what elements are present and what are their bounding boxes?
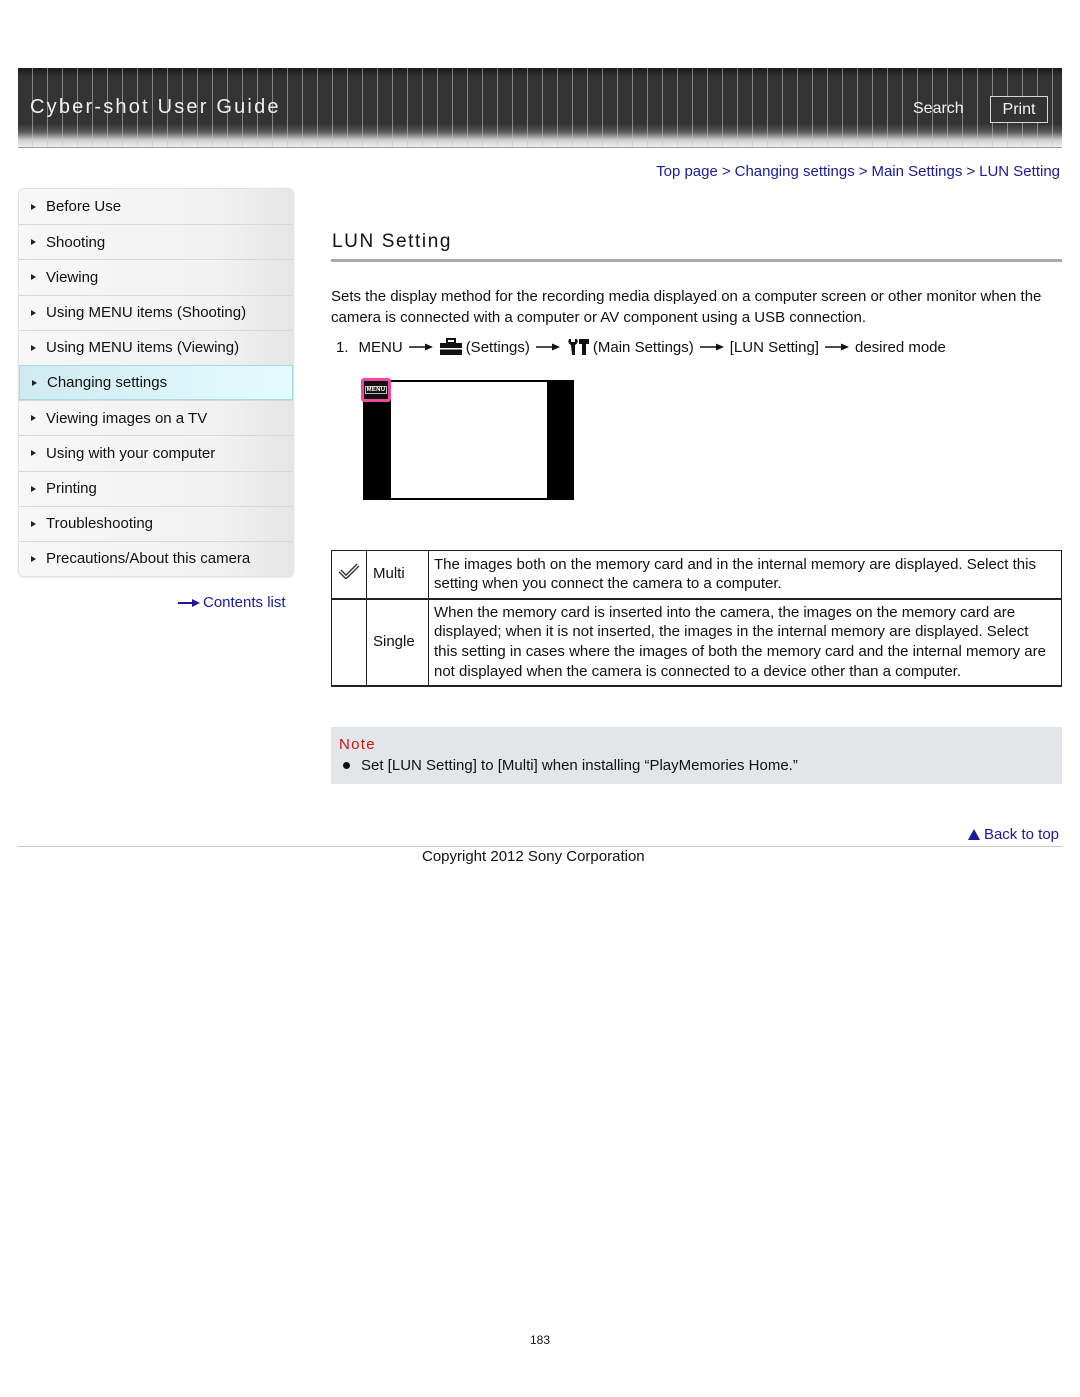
contents-list-link[interactable]: Contents list	[178, 594, 286, 611]
arrow-right-icon	[535, 343, 560, 351]
default-marker-cell	[331, 550, 367, 599]
sidebar-item-label: Precautions/About this camera	[46, 550, 251, 568]
contents-list-label: Contents list	[203, 594, 286, 611]
mode-table: Multi The images both on the memory card…	[331, 550, 1062, 687]
breadcrumb-separator: >	[858, 163, 868, 180]
step-main-settings: (Main Settings)	[592, 338, 694, 356]
sidebar-item-shooting[interactable]: Shooting	[19, 224, 293, 260]
sidebar-item-label: Using MENU items (Shooting)	[46, 304, 247, 322]
triangle-right-icon	[31, 203, 36, 210]
sidebar-item-precautions[interactable]: Precautions/About this camera	[19, 540, 293, 577]
screen-display-area	[391, 382, 547, 498]
arrow-right-icon	[408, 343, 433, 351]
default-marker-cell	[331, 598, 367, 686]
breadcrumb: Top page > Changing settings > Main Settings…	[656, 163, 1060, 180]
triangle-right-icon	[31, 485, 36, 492]
breadcrumb-changing-settings[interactable]: Changing settings	[735, 163, 855, 180]
toolbox-settings-icon	[439, 338, 462, 355]
sidebar-item-label: Viewing images on a TV	[46, 409, 208, 427]
triangle-right-icon	[31, 555, 36, 562]
sidebar-item-label: Troubleshooting	[46, 515, 154, 533]
copyright-text: Copyright 2012 Sony Corporation	[422, 848, 645, 865]
note-text: Set [LUN Setting] to [Multi] when instal…	[361, 757, 798, 774]
mode-name: Multi	[366, 550, 429, 599]
triangle-up-icon	[967, 829, 980, 840]
arrow-right-icon	[824, 343, 849, 351]
sidebar-item-label: Viewing	[46, 268, 99, 286]
sidebar-item-printing[interactable]: Printing	[19, 470, 293, 506]
sidebar-item-label: Using MENU items (Viewing)	[46, 339, 240, 357]
note-title: Note	[339, 736, 376, 753]
sidebar-item-before-use[interactable]: Before Use	[19, 189, 293, 225]
sidebar-nav: Before Use Shooting Viewing Using MENU i…	[18, 188, 294, 578]
title-divider	[331, 259, 1062, 262]
arrow-right-icon	[178, 598, 200, 607]
menu-button-label: MENU	[364, 386, 388, 394]
header-banner: Cyber-shot User Guide Search Print	[18, 68, 1062, 148]
triangle-right-icon	[32, 379, 37, 386]
arrow-right-icon	[699, 343, 724, 351]
wrench-hammer-main-settings-icon	[568, 339, 589, 355]
guide-title: Cyber-shot User Guide	[30, 96, 281, 118]
footer-divider	[18, 846, 1062, 847]
breadcrumb-main-settings[interactable]: Main Settings	[871, 163, 962, 180]
step-lun-setting: [LUN Setting]	[729, 338, 819, 356]
sidebar-item-label: Printing	[46, 480, 97, 498]
sidebar-item-changing-settings[interactable]: Changing settings	[19, 364, 293, 401]
back-to-top-link[interactable]: Back to top	[967, 826, 1059, 843]
step-settings: (Settings)	[465, 338, 530, 356]
sidebar-item-menu-shooting[interactable]: Using MENU items (Shooting)	[19, 294, 293, 330]
intro-text: Sets the display method for the recordin…	[331, 288, 1042, 326]
procedure-step: 1. MENU (Settings) (Main Settings) [LUN …	[336, 338, 946, 356]
breadcrumb-separator: >	[966, 163, 976, 180]
triangle-right-icon	[31, 415, 36, 422]
table-row: Single When the memory card is inserted …	[331, 598, 1062, 686]
back-to-top-label: Back to top	[983, 826, 1059, 843]
print-button[interactable]: Print	[990, 96, 1048, 123]
triangle-right-icon	[31, 309, 36, 316]
camera-screen-illustration: MENU	[361, 378, 574, 500]
breadcrumb-separator: >	[721, 163, 731, 180]
triangle-right-icon	[31, 450, 36, 457]
page-title: LUN Setting	[332, 231, 453, 252]
triangle-right-icon	[31, 344, 36, 351]
mode-description: The images both on the memory card and i…	[428, 550, 1062, 599]
sidebar-item-label: Before Use	[46, 198, 122, 216]
note-box: Note Set [LUN Setting] to [Multi] when i…	[331, 727, 1062, 784]
breadcrumb-lun-setting[interactable]: LUN Setting	[979, 163, 1060, 180]
note-item: Set [LUN Setting] to [Multi] when instal…	[343, 757, 798, 774]
checkmark-icon	[338, 563, 360, 580]
sidebar-item-label: Shooting	[46, 233, 106, 251]
triangle-right-icon	[31, 520, 36, 527]
step-number: 1.	[336, 338, 349, 356]
table-row: Multi The images both on the memory card…	[331, 550, 1062, 599]
header-underline	[18, 147, 1062, 148]
triangle-right-icon	[31, 274, 36, 281]
search-link[interactable]: Search	[913, 100, 964, 118]
step-menu: MENU	[358, 338, 403, 356]
sidebar-item-viewing-on-tv[interactable]: Viewing images on a TV	[19, 400, 293, 436]
sidebar-item-menu-viewing[interactable]: Using MENU items (Viewing)	[19, 329, 293, 365]
breadcrumb-top-page[interactable]: Top page	[656, 163, 718, 180]
sidebar-item-using-with-computer[interactable]: Using with your computer	[19, 435, 293, 471]
sidebar-item-troubleshooting[interactable]: Troubleshooting	[19, 505, 293, 541]
triangle-right-icon	[31, 239, 36, 246]
sidebar-item-label: Changing settings	[47, 374, 168, 392]
sidebar-item-viewing[interactable]: Viewing	[19, 259, 293, 295]
mode-name: Single	[366, 598, 429, 686]
step-desired-mode: desired mode	[854, 338, 946, 356]
menu-button-highlight: MENU	[361, 378, 391, 402]
bullet-icon	[343, 762, 350, 769]
mode-description: When the memory card is inserted into th…	[428, 598, 1062, 686]
sidebar-item-label: Using with your computer	[46, 444, 216, 462]
page-number: 183	[529, 1333, 551, 1347]
